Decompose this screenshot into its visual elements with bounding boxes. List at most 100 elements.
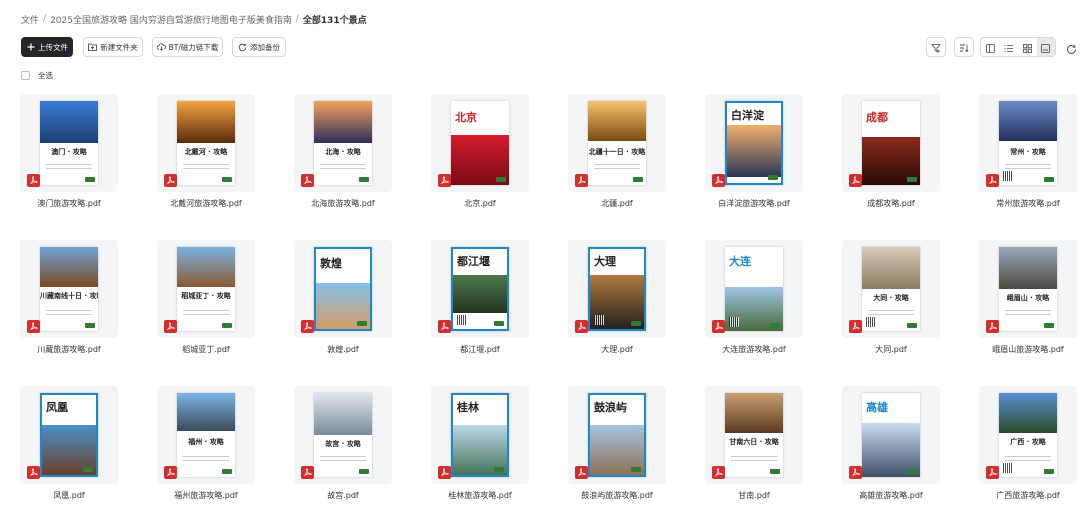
file-thumbnail[interactable]: 大理 xyxy=(568,240,666,338)
file-name[interactable]: 大同.pdf xyxy=(822,344,960,355)
publisher-logo xyxy=(631,467,641,472)
split-view-button[interactable] xyxy=(981,38,1000,56)
file-name[interactable]: 都江堰.pdf xyxy=(411,344,549,355)
file-thumbnail[interactable]: 故宫 · 攻略 xyxy=(294,386,392,484)
file-thumbnail[interactable]: 常州 · 攻略 xyxy=(979,94,1077,192)
file-name[interactable]: 稻城亚丁.pdf xyxy=(137,344,275,355)
file-thumbnail[interactable]: 北戴河 · 攻略 xyxy=(157,94,255,192)
file-thumbnail[interactable]: 鼓浪屿 xyxy=(568,386,666,484)
file-thumbnail[interactable]: 福州 · 攻略 xyxy=(157,386,255,484)
cover-title: 峨眉山 · 攻略 xyxy=(1006,294,1050,302)
breadcrumb-current: 全部131个景点 xyxy=(302,15,367,26)
cover-photo xyxy=(314,101,372,143)
file-name[interactable]: 桂林旅游攻略.pdf xyxy=(411,490,549,501)
file-thumbnail[interactable]: 白洋淀 xyxy=(705,94,803,192)
file-thumbnail[interactable]: 峨眉山 · 攻略 xyxy=(979,240,1077,338)
publisher-logo xyxy=(85,323,95,328)
cover-photo xyxy=(999,101,1057,141)
publisher-logo xyxy=(359,177,369,182)
file-name[interactable]: 凤凰.pdf xyxy=(0,490,138,501)
file-name[interactable]: 鼓浪屿旅游攻略.pdf xyxy=(548,490,686,501)
file-thumbnail[interactable]: 稻城亚丁 · 攻略 xyxy=(157,240,255,338)
cover-title: 大连 xyxy=(729,255,751,268)
cover-title: 北海 · 攻略 xyxy=(325,148,361,156)
file-name[interactable]: 北戴河旅游攻略.pdf xyxy=(137,198,275,209)
publisher-logo xyxy=(222,323,232,328)
list-view-button[interactable] xyxy=(1000,38,1019,56)
pdf-icon xyxy=(986,466,999,479)
file-name[interactable]: 川藏旅游攻略.pdf xyxy=(0,344,138,355)
cover-title: 大同 · 攻略 xyxy=(873,294,909,302)
file-thumbnail[interactable]: 广西 · 攻略 xyxy=(979,386,1077,484)
file-name[interactable]: 成都攻略.pdf xyxy=(822,198,960,209)
pdf-cover-image: 北海 · 攻略 xyxy=(314,101,372,185)
file-name[interactable]: 福州旅游攻略.pdf xyxy=(137,490,275,501)
file-thumbnail[interactable]: 敦煌 xyxy=(294,240,392,338)
file-name[interactable]: 广西旅游攻略.pdf xyxy=(959,490,1080,501)
new-folder-button[interactable]: 新建文件夹 xyxy=(83,37,143,57)
file-name[interactable]: 甘南.pdf xyxy=(685,490,823,501)
cover-photo xyxy=(862,247,920,289)
cover-text-lines xyxy=(1005,161,1051,171)
select-all-checkbox[interactable] xyxy=(21,71,30,80)
sort-button[interactable] xyxy=(954,37,974,57)
pdf-icon xyxy=(301,320,314,333)
file-thumbnail[interactable]: 桂林 xyxy=(431,386,529,484)
upload-button[interactable]: 上传文件 xyxy=(21,37,73,57)
file-name[interactable]: 北海旅游攻略.pdf xyxy=(274,198,412,209)
cover-text-lines xyxy=(183,161,229,171)
cover-text-lines xyxy=(183,453,229,463)
pdf-cover-image: 大同 · 攻略 xyxy=(862,247,920,331)
grid-view-button[interactable] xyxy=(1018,38,1037,56)
pdf-icon xyxy=(438,320,451,333)
refresh-button[interactable] xyxy=(1066,40,1078,54)
file-name[interactable]: 大理.pdf xyxy=(548,344,686,355)
publisher-logo xyxy=(359,469,369,474)
cover-text-lines xyxy=(1005,453,1051,463)
file-name[interactable]: 澳门旅游攻略.pdf xyxy=(0,198,138,209)
pdf-cover-image: 故宫 · 攻略 xyxy=(314,393,372,477)
file-thumbnail[interactable]: 高雄 xyxy=(842,386,940,484)
file-thumbnail[interactable]: 凤凰 xyxy=(20,386,118,484)
select-all-label: 全选 xyxy=(38,71,53,80)
breadcrumb-root[interactable]: 文件 xyxy=(21,13,39,26)
pdf-icon xyxy=(849,466,862,479)
filter-icon xyxy=(931,38,941,57)
filter-button[interactable] xyxy=(926,37,946,57)
file-thumbnail[interactable]: 甘南六日 · 攻略 xyxy=(705,386,803,484)
file-name[interactable]: 敦煌.pdf xyxy=(274,344,412,355)
file-name[interactable]: 北疆.pdf xyxy=(548,198,686,209)
pdf-cover-image: 敦煌 xyxy=(314,247,372,331)
pdf-cover-image: 北京 xyxy=(451,101,509,185)
file-thumbnail[interactable]: 川藏南线十日 · 攻略 xyxy=(20,240,118,338)
pdf-cover-image: 成都 xyxy=(862,101,920,185)
cover-photo xyxy=(177,247,235,287)
file-name[interactable]: 常州旅游攻略.pdf xyxy=(959,198,1080,209)
cover-title: 川藏南线十日 · 攻略 xyxy=(40,292,98,300)
bt-download-button[interactable]: BT/磁力链下载 xyxy=(152,37,223,57)
file-name[interactable]: 故宫.pdf xyxy=(274,490,412,501)
file-thumbnail[interactable]: 成都 xyxy=(842,94,940,192)
file-name[interactable]: 大连旅游攻略.pdf xyxy=(685,344,823,355)
large-grid-view-button[interactable] xyxy=(1036,38,1055,56)
cover-photo xyxy=(177,101,235,143)
file-thumbnail[interactable]: 大同 · 攻略 xyxy=(842,240,940,338)
breadcrumb-folder[interactable]: 2025全国旅游攻略 国内穷游自驾游旅行地图电子版美食指南 xyxy=(50,13,292,26)
file-name[interactable]: 北京.pdf xyxy=(411,198,549,209)
file-thumbnail[interactable]: 北海 · 攻略 xyxy=(294,94,392,192)
file-thumbnail[interactable]: 澳门 · 攻略 xyxy=(20,94,118,192)
qr-code-icon xyxy=(457,315,467,325)
file-name[interactable]: 高雄旅游攻略.pdf xyxy=(822,490,960,501)
breadcrumb: 文件 / 2025全国旅游攻略 国内穷游自驾游旅行地图电子版美食指南 / 全部1… xyxy=(21,12,367,26)
file-thumbnail[interactable]: 大连 xyxy=(705,240,803,338)
file-thumbnail[interactable]: 都江堰 xyxy=(431,240,529,338)
pdf-cover-image: 白洋淀 xyxy=(725,101,783,185)
file-name[interactable]: 峨眉山旅游攻略.pdf xyxy=(959,344,1080,355)
file-thumbnail[interactable]: 北京 xyxy=(431,94,529,192)
file-thumbnail[interactable]: 北疆十一日 · 攻略 xyxy=(568,94,666,192)
cover-title: 高雄 xyxy=(866,401,888,414)
add-backup-button[interactable]: 添加备份 xyxy=(232,37,286,57)
file-name[interactable]: 白洋淀旅游攻略.pdf xyxy=(685,198,823,209)
refresh-icon xyxy=(1066,40,1077,59)
select-all[interactable]: 全选 xyxy=(21,70,53,81)
